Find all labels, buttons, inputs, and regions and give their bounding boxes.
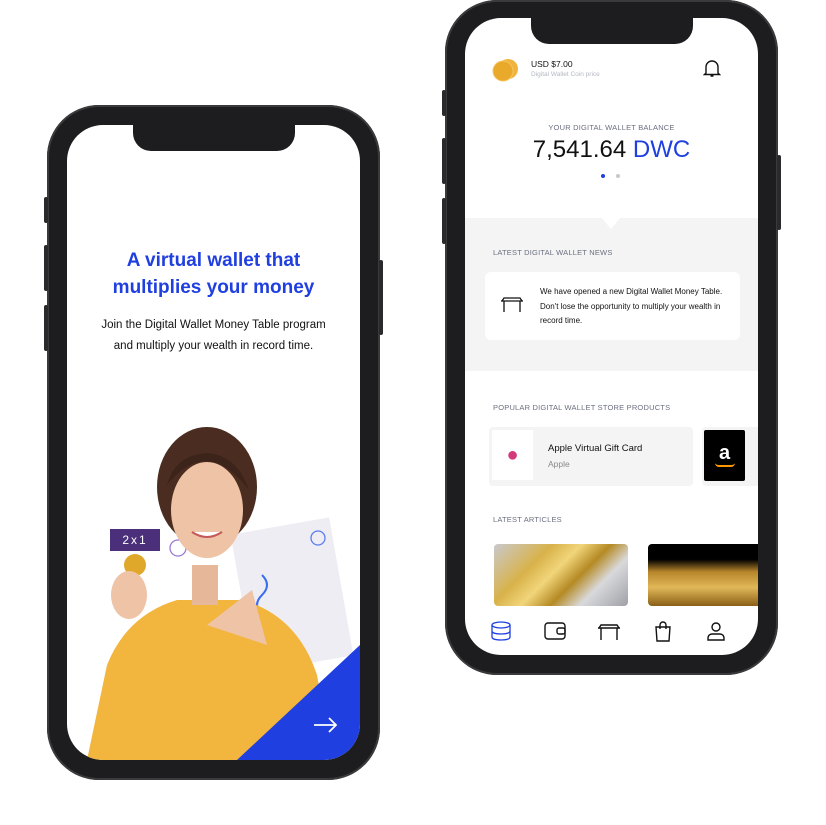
products-heading: POPULAR DIGITAL WALLET STORE PRODUCTS <box>493 403 671 412</box>
apple-logo: ● <box>492 430 533 480</box>
coin-price-label: Digital Wallet Coin price <box>531 71 600 78</box>
promo-badge: 2x1 <box>110 529 160 551</box>
phone-dashboard: USD $7.00 Digital Wallet Coin price YOUR… <box>442 0 781 675</box>
product-card-apple[interactable]: ● Apple Virtual Gift Card Apple <box>489 427 693 486</box>
article-card-gold-jewelry[interactable] <box>648 544 758 606</box>
news-section: LATEST DIGITAL WALLET NEWS We have opene… <box>465 217 758 371</box>
next-button[interactable] <box>310 710 340 740</box>
article-card-gold-bars[interactable] <box>494 544 628 606</box>
bell-icon[interactable] <box>703 58 721 78</box>
coin-price: USD $7.00 <box>531 59 573 69</box>
amazon-logo: a <box>704 430 745 481</box>
phone-onboarding: A virtual wallet that multiplies your mon… <box>44 105 383 780</box>
news-heading: LATEST DIGITAL WALLET NEWS <box>493 248 613 257</box>
onboarding-screen: A virtual wallet that multiplies your mon… <box>67 125 360 760</box>
carousel-dots[interactable] <box>601 174 620 178</box>
hero-illustration <box>87 427 360 760</box>
dashboard-screen: USD $7.00 Digital Wallet Coin price YOUR… <box>465 18 758 655</box>
balance-label: YOUR DIGITAL WALLET BALANCE <box>548 123 675 132</box>
balance: 7,541.64 DWC <box>532 136 691 163</box>
notch <box>132 125 295 151</box>
notch <box>530 18 693 44</box>
product-brand: Apple <box>548 459 570 469</box>
articles-heading: LATEST ARTICLES <box>493 515 562 524</box>
product-card-amazon[interactable]: a <box>702 427 758 486</box>
table-icon <box>501 297 523 312</box>
shopping-bag-icon[interactable] <box>652 620 674 642</box>
database-icon[interactable] <box>490 620 512 642</box>
arrow-right-icon <box>314 717 338 733</box>
news-card[interactable]: We have opened a new Digital Wallet Mone… <box>485 272 740 340</box>
hero-subtitle: Join the Digital Wallet Money Table prog… <box>101 319 326 352</box>
product-name: Apple Virtual Gift Card <box>548 443 643 454</box>
hero-title: A virtual wallet that multiplies your mon… <box>112 250 315 298</box>
table-icon[interactable] <box>598 620 620 642</box>
news-text: We have opened a new Digital Wallet Mone… <box>540 287 723 325</box>
user-icon[interactable] <box>705 620 727 642</box>
coin-icon <box>492 59 518 82</box>
wallet-icon[interactable] <box>544 620 566 642</box>
